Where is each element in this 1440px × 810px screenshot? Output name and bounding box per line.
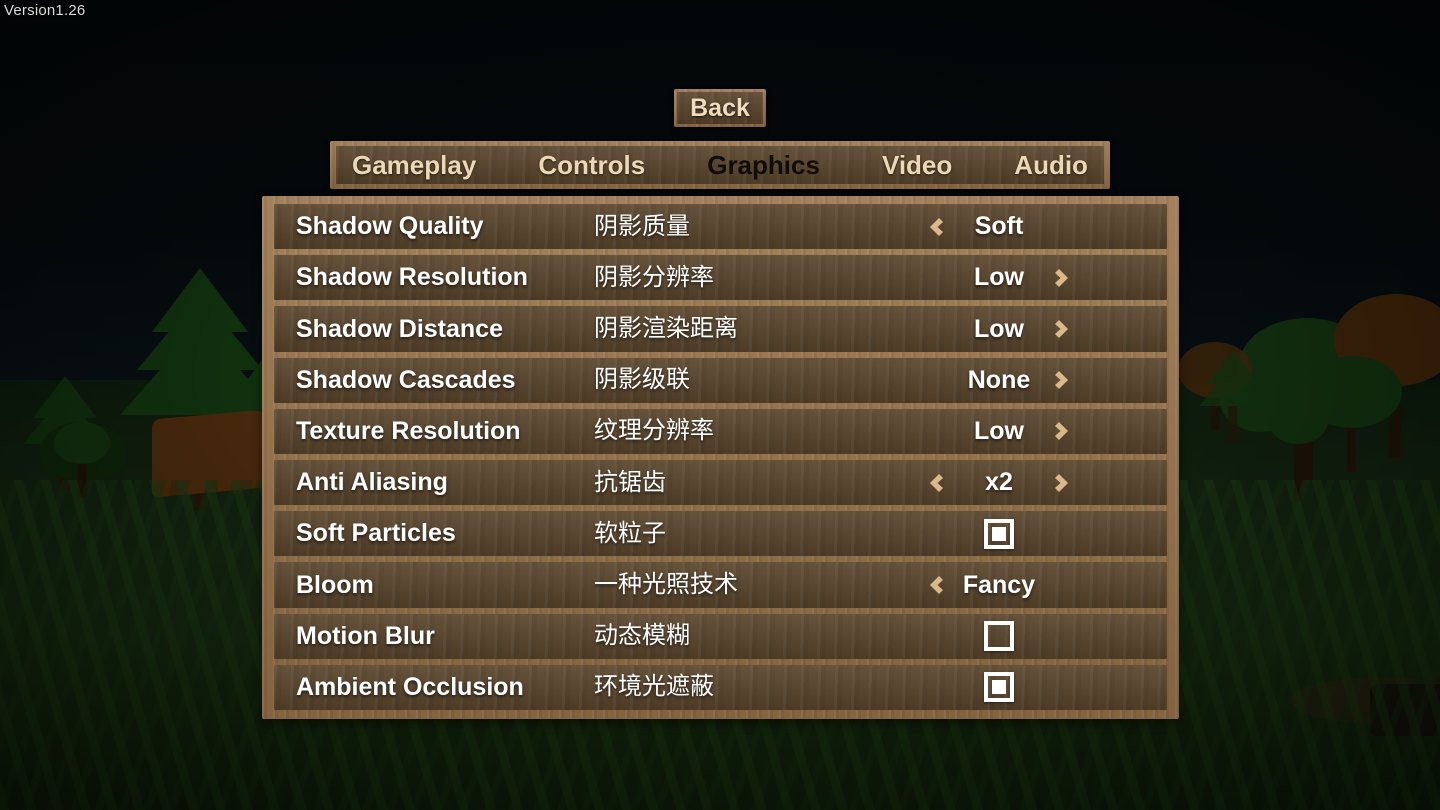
settings-row[interactable]: Shadow Distance 阴影渲染距离 Low	[274, 306, 1167, 352]
setting-control	[849, 511, 1149, 556]
setting-label-en: Texture Resolution	[296, 416, 521, 445]
tab-bar-inner: Gameplay Controls Graphics Video Audio	[336, 146, 1104, 184]
setting-label-zh: 纹理分辨率	[594, 417, 714, 445]
chevron-left-icon[interactable]	[922, 211, 948, 243]
setting-label-zh: 抗锯齿	[594, 468, 666, 496]
setting-label-en: Bloom	[296, 570, 374, 599]
setting-control: Fancy	[849, 562, 1149, 607]
settings-row[interactable]: Shadow Resolution 阴影分辨率 Low	[274, 255, 1167, 301]
setting-control: None	[849, 358, 1149, 403]
setting-value: x2	[985, 468, 1013, 497]
setting-value: Low	[974, 314, 1024, 343]
game-settings-screen: Version1.26 Back Gameplay Controls Graphic…	[0, 0, 1440, 810]
setting-label-zh: 阴影分辨率	[594, 263, 714, 291]
setting-value: Low	[974, 263, 1024, 292]
settings-row[interactable]: Bloom 一种光照技术 Fancy	[274, 562, 1167, 608]
settings-row[interactable]: Texture Resolution 纹理分辨率 Low	[274, 408, 1167, 455]
back-button-label: Back	[690, 93, 750, 122]
setting-value: None	[967, 365, 1031, 394]
tab-audio[interactable]: Audio	[1010, 152, 1092, 178]
tab-controls[interactable]: Controls	[534, 152, 649, 178]
setting-label-en: Soft Particles	[296, 519, 456, 548]
settings-row[interactable]: Soft Particles 软粒子	[274, 511, 1167, 557]
setting-label-zh: 一种光照技术	[594, 571, 738, 599]
setting-control: Low	[849, 255, 1149, 300]
settings-row[interactable]: Anti Aliasing 抗锯齿 x2	[274, 460, 1167, 506]
settings-row-list: Shadow Quality 阴影质量 Soft Shadow Resolution 阴…	[274, 204, 1167, 711]
tab-gameplay[interactable]: Gameplay	[348, 152, 480, 178]
checkbox-checked-icon[interactable]	[984, 672, 1014, 703]
settings-tab-bar: Gameplay Controls Graphics Video Audio	[330, 141, 1110, 189]
setting-label-en: Ambient Occlusion	[296, 672, 524, 701]
setting-control: Low	[849, 306, 1149, 351]
settings-row[interactable]: Motion Blur 动态模糊	[274, 613, 1167, 659]
chevron-right-icon[interactable]	[1050, 313, 1076, 345]
setting-label-zh: 软粒子	[594, 519, 666, 547]
checkbox-checked-icon[interactable]	[984, 518, 1014, 549]
setting-label-en: Motion Blur	[296, 621, 435, 650]
setting-control: Low	[849, 409, 1149, 454]
tab-video[interactable]: Video	[878, 152, 956, 178]
setting-control	[849, 665, 1149, 710]
setting-label-en: Shadow Resolution	[296, 263, 528, 292]
setting-label-zh: 阴影渲染距离	[594, 315, 738, 342]
setting-label-zh: 阴影质量	[594, 212, 690, 240]
settings-row[interactable]: Ambient Occlusion 环境光遮蔽	[274, 664, 1167, 711]
setting-value: Low	[974, 416, 1024, 445]
setting-label-zh: 环境光遮蔽	[594, 673, 714, 701]
chevron-right-icon[interactable]	[1050, 467, 1076, 499]
chevron-left-icon[interactable]	[922, 467, 948, 499]
graphics-settings-panel: Shadow Quality 阴影质量 Soft Shadow Resolution 阴…	[262, 196, 1179, 719]
settings-row[interactable]: Shadow Quality 阴影质量 Soft	[274, 204, 1167, 250]
chevron-right-icon[interactable]	[1050, 262, 1076, 294]
setting-label-zh: 阴影级联	[594, 366, 690, 394]
setting-label-zh: 动态模糊	[594, 622, 690, 650]
setting-label-en: Anti Aliasing	[296, 468, 448, 497]
setting-label-en: Shadow Cascades	[296, 365, 516, 394]
version-label: Version1.26	[4, 2, 86, 19]
setting-value: Soft	[974, 212, 1024, 241]
chevron-right-icon[interactable]	[1050, 415, 1076, 447]
setting-control: x2	[849, 460, 1149, 505]
settings-row[interactable]: Shadow Cascades 阴影级联 None	[274, 357, 1167, 403]
setting-label-en: Shadow Quality	[296, 212, 484, 241]
setting-control	[849, 614, 1149, 659]
back-button-inner: Back	[677, 92, 763, 124]
tab-graphics[interactable]: Graphics	[703, 152, 824, 178]
setting-control: Soft	[849, 204, 1149, 249]
setting-value: Fancy	[962, 570, 1036, 599]
back-button[interactable]: Back	[674, 89, 766, 127]
setting-label-en: Shadow Distance	[296, 314, 503, 343]
checkbox-unchecked-icon[interactable]	[984, 621, 1014, 652]
chevron-right-icon[interactable]	[1050, 364, 1076, 396]
chevron-left-icon[interactable]	[922, 569, 948, 601]
